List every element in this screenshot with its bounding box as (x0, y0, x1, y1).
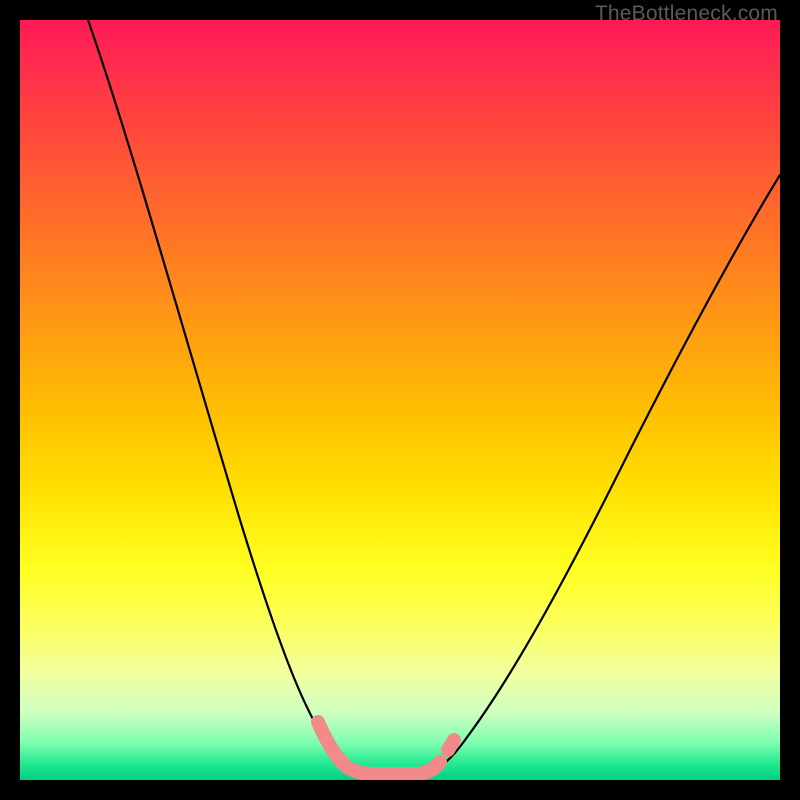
bottleneck-curve-left (88, 20, 372, 774)
highlight-segment (318, 722, 454, 774)
watermark-text: TheBottleneck.com (595, 2, 778, 26)
chart-svg (20, 20, 780, 780)
outer-frame: TheBottleneck.com (0, 0, 800, 800)
plot-area (20, 20, 780, 780)
bottleneck-curve-right (420, 175, 780, 774)
